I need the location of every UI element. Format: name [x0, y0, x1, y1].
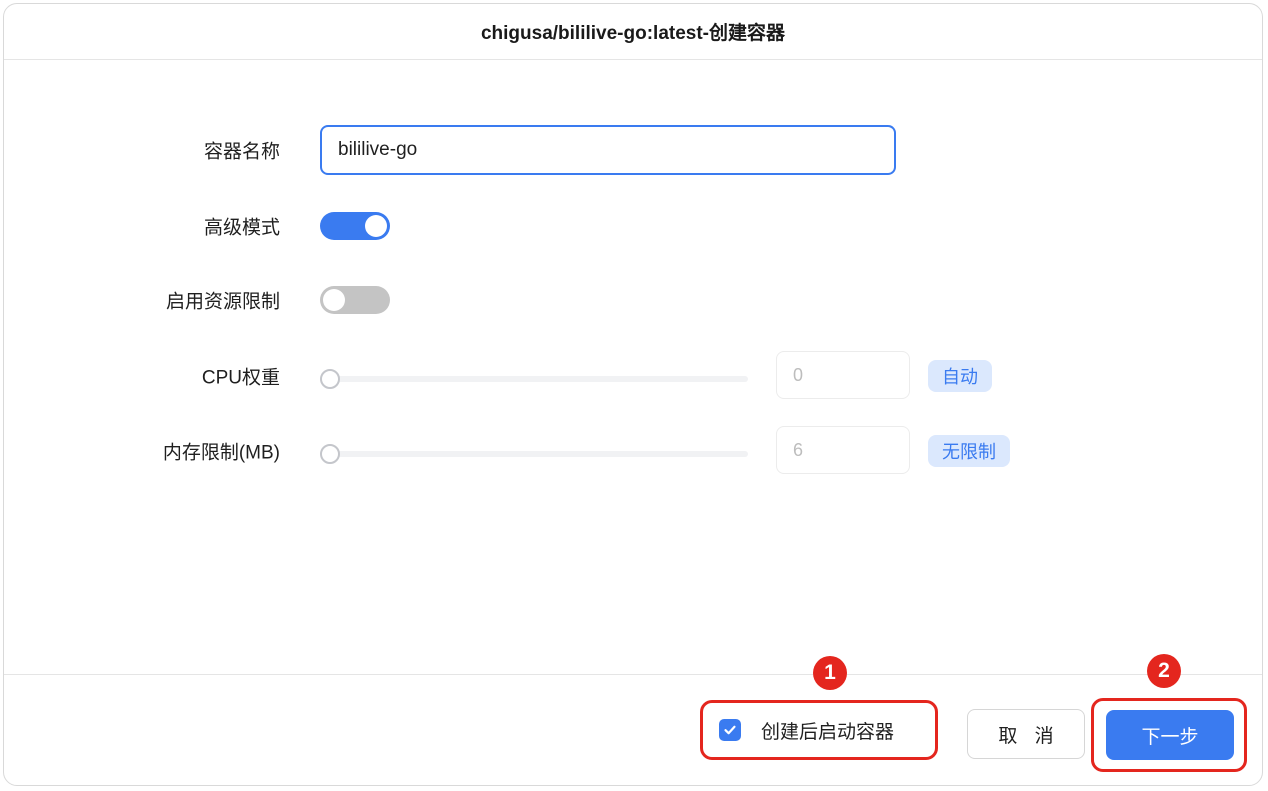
dialog-title: chigusa/bililive-go:latest-创建容器: [480, 23, 786, 44]
memory-limit-input[interactable]: 6: [776, 426, 910, 474]
cpu-weight-input[interactable]: 0: [776, 351, 910, 399]
checkmark-icon: [724, 725, 736, 735]
memory-limit-slider[interactable]: [320, 443, 748, 465]
container-name-row: 容器名称: [4, 125, 1262, 175]
cpu-weight-row: CPU权重 0 自动: [4, 351, 1262, 401]
next-button-highlight: 下一步: [1091, 698, 1247, 772]
container-name-label: 容器名称: [203, 141, 280, 163]
memory-limit-row: 内存限制(MB) 6 无限制: [4, 426, 1262, 476]
next-button[interactable]: 下一步: [1106, 710, 1234, 760]
advanced-mode-label: 高级模式: [203, 217, 280, 239]
slider-thumb[interactable]: [320, 369, 340, 389]
cpu-weight-label: CPU权重: [201, 367, 280, 389]
slider-thumb[interactable]: [320, 444, 340, 464]
annotation-badge-1: 1: [813, 656, 847, 690]
resource-limit-toggle[interactable]: [320, 286, 390, 314]
start-after-create-checkbox-group[interactable]: 创建后启动容器: [700, 700, 938, 760]
container-name-input[interactable]: [320, 125, 896, 175]
advanced-mode-toggle[interactable]: [320, 212, 390, 240]
memory-limit-label: 内存限制(MB): [162, 442, 280, 464]
cpu-weight-auto-tag[interactable]: 自动: [928, 360, 992, 392]
slider-track: [320, 376, 748, 382]
dialog-footer: 创建后启动容器 取 消 下一步: [4, 674, 1262, 785]
slider-track: [320, 451, 748, 457]
advanced-mode-row: 高级模式: [4, 201, 1262, 251]
cancel-button[interactable]: 取 消: [967, 709, 1085, 759]
toggle-knob: [323, 289, 345, 311]
annotation-badge-2: 2: [1147, 654, 1181, 688]
create-container-dialog: chigusa/bililive-go:latest-创建容器 容器名称 高级模…: [3, 3, 1263, 786]
cpu-weight-slider[interactable]: [320, 368, 748, 390]
start-after-create-checkbox[interactable]: [719, 719, 741, 741]
resource-limit-label: 启用资源限制: [165, 291, 280, 313]
start-after-create-label: 创建后启动容器: [761, 721, 895, 743]
dialog-title-bar: chigusa/bililive-go:latest-创建容器: [4, 4, 1262, 60]
resource-limit-row: 启用资源限制: [4, 275, 1262, 325]
memory-unlimited-tag[interactable]: 无限制: [928, 435, 1010, 467]
toggle-knob: [365, 215, 387, 237]
